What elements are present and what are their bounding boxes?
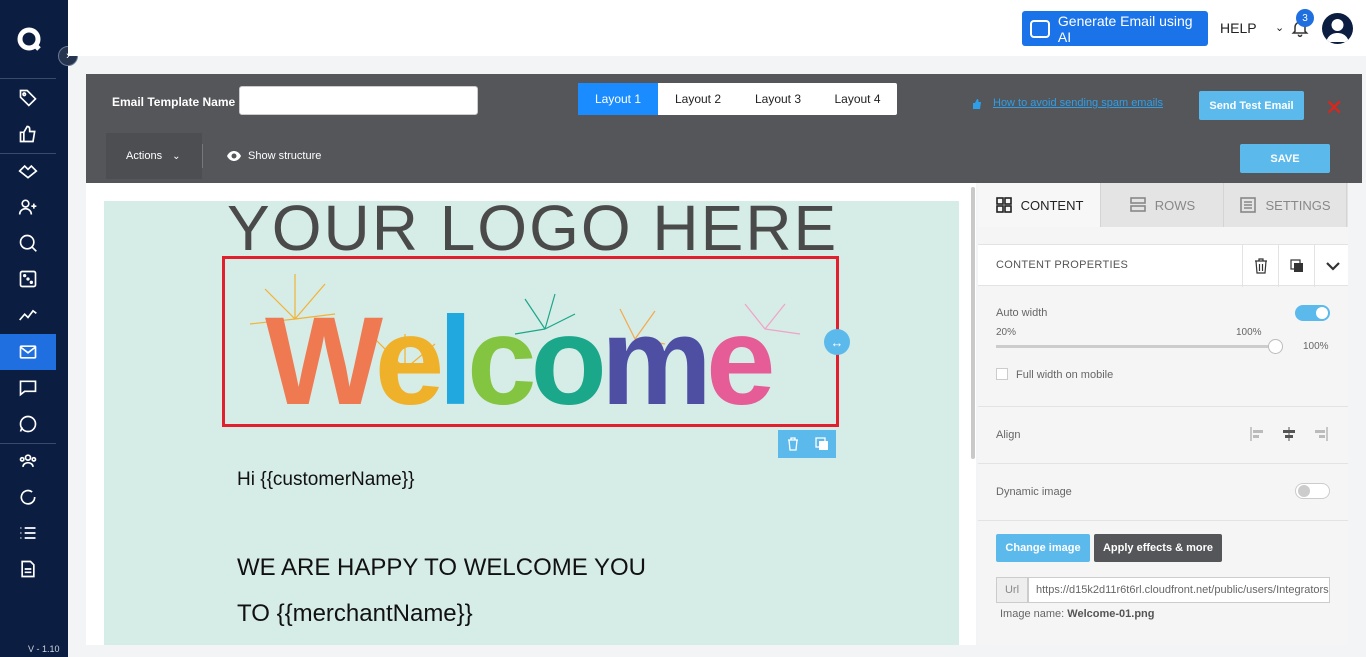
- tab-layout-2[interactable]: Layout 2: [658, 83, 738, 115]
- properties-panel: CONTENT ROWS SETTINGS CONTENT PROPERTIES…: [978, 183, 1348, 645]
- image-name: Image name: Welcome-01.png: [1000, 608, 1154, 620]
- save-button[interactable]: SAVE: [1240, 144, 1330, 173]
- template-name-label: Email Template Name: [112, 95, 236, 109]
- duplicate-block-icon[interactable]: [807, 430, 836, 458]
- add-user-icon[interactable]: [0, 189, 56, 225]
- width-slider-handle[interactable]: [1268, 339, 1283, 354]
- welcome-line-1[interactable]: WE ARE HAPPY TO WELCOME YOU: [237, 554, 646, 582]
- actions-dropdown[interactable]: Actions ⌄: [106, 133, 202, 179]
- duplicate-icon[interactable]: [1278, 245, 1314, 287]
- search-globe-icon[interactable]: [0, 225, 56, 261]
- greeting-text[interactable]: Hi {{customerName}}: [237, 469, 414, 491]
- full-width-mobile-label: Full width on mobile: [1016, 369, 1114, 381]
- change-image-button[interactable]: Change image: [996, 534, 1090, 562]
- dynamic-image-label: Dynamic image: [996, 486, 1072, 498]
- send-test-email-button[interactable]: Send Test Email: [1199, 91, 1304, 120]
- auto-width-label: Auto width: [996, 307, 1048, 319]
- align-center-icon[interactable]: [1281, 427, 1297, 441]
- slider-max-label: 100%: [1236, 327, 1262, 338]
- content-properties-header: CONTENT PROPERTIES: [978, 244, 1350, 287]
- logo-placeholder[interactable]: YOUR LOGO HERE: [227, 191, 838, 265]
- tab-rows[interactable]: ROWS: [1101, 183, 1224, 227]
- full-width-mobile-checkbox[interactable]: [996, 368, 1008, 380]
- resize-handle-icon[interactable]: ↔: [824, 329, 850, 355]
- chevron-down-icon: ⌄: [172, 150, 181, 162]
- image-name-label: Image name:: [1000, 608, 1065, 620]
- sidebar: › V - 1.10: [0, 0, 78, 657]
- app-logo-icon[interactable]: [14, 24, 44, 54]
- template-name-input[interactable]: [239, 86, 478, 115]
- trash-icon[interactable]: [1242, 245, 1278, 287]
- block-toolbar: [778, 430, 836, 458]
- tab-content-label: CONTENT: [1020, 197, 1084, 213]
- tag-icon[interactable]: [0, 80, 56, 116]
- welcome-line-2[interactable]: TO {{merchantName}}: [237, 600, 473, 628]
- sidebar-divider: [0, 78, 56, 79]
- document-icon[interactable]: [0, 551, 56, 587]
- notification-badge: 3: [1296, 9, 1314, 27]
- thumbs-up-icon: [973, 99, 981, 109]
- list-icon[interactable]: [0, 515, 56, 551]
- canvas-scrollbar-thumb[interactable]: [971, 187, 975, 459]
- whatsapp-icon[interactable]: [0, 406, 56, 442]
- mail-icon[interactable]: [0, 334, 56, 370]
- handshake-icon[interactable]: [0, 153, 56, 189]
- generate-email-ai-button[interactable]: Generate Email using AI: [1022, 11, 1208, 46]
- actions-label: Actions: [126, 150, 163, 162]
- layout-switcher: Layout 1 Layout 2 Layout 3 Layout 4: [578, 83, 897, 115]
- tab-layout-3[interactable]: Layout 3: [738, 83, 818, 115]
- email-canvas: YOUR LOGO HERE Welcome ↔ Hi {{customerNa…: [86, 183, 976, 645]
- delete-block-icon[interactable]: [778, 430, 807, 458]
- image-name-value: Welcome-01.png: [1067, 608, 1155, 620]
- tab-layout-1[interactable]: Layout 1: [578, 83, 658, 115]
- align-label: Align: [996, 429, 1021, 441]
- slider-value: 100%: [1303, 341, 1329, 352]
- generate-email-ai-label: Generate Email using AI: [1057, 12, 1193, 45]
- avatar[interactable]: [1322, 13, 1353, 44]
- analytics-icon[interactable]: [0, 297, 56, 333]
- refresh-icon[interactable]: [0, 479, 56, 515]
- image-url-input[interactable]: https://d15k2d11r6t6rl.cloudfront.net/pu…: [1028, 577, 1330, 603]
- top-bar: Generate Email using AI HELP ⌄ 3: [68, 0, 1366, 56]
- chevron-down-icon[interactable]: ⌄: [1275, 21, 1284, 34]
- chat-icon[interactable]: [0, 370, 56, 406]
- tab-settings[interactable]: SETTINGS: [1224, 183, 1347, 227]
- chevron-down-icon[interactable]: [1314, 245, 1350, 287]
- slider-min-label: 20%: [996, 327, 1017, 338]
- show-structure-toggle[interactable]: Show structure: [248, 150, 321, 162]
- apply-effects-button[interactable]: Apply effects & more: [1094, 534, 1222, 562]
- group-icon[interactable]: [0, 443, 56, 479]
- width-slider-track[interactable]: [996, 345, 1276, 348]
- help-menu[interactable]: HELP: [1220, 20, 1257, 36]
- header-divider: [202, 144, 203, 168]
- url-label: Url: [996, 577, 1028, 603]
- editor-header: Email Template Name Layout 1 Layout 2 La…: [86, 74, 1362, 183]
- content-properties-title: CONTENT PROPERTIES: [996, 259, 1129, 271]
- divider: [978, 520, 1348, 521]
- close-icon[interactable]: ✕: [1325, 95, 1343, 121]
- rows-icon: [1129, 197, 1146, 212]
- tab-content[interactable]: CONTENT: [978, 183, 1101, 227]
- dynamic-image-toggle[interactable]: [1295, 483, 1330, 499]
- app-version: V - 1.10: [28, 644, 60, 654]
- thumbs-up-icon[interactable]: [0, 116, 56, 152]
- dice-icon[interactable]: [0, 261, 56, 297]
- align-left-icon[interactable]: [1250, 427, 1266, 441]
- divider: [978, 463, 1348, 464]
- settings-doc-icon: [1240, 197, 1257, 213]
- ai-chat-icon: [1030, 19, 1050, 38]
- tab-layout-4[interactable]: Layout 4: [818, 83, 897, 115]
- email-body: YOUR LOGO HERE Welcome ↔ Hi {{customerNa…: [104, 192, 959, 645]
- tab-settings-label: SETTINGS: [1265, 197, 1331, 213]
- align-right-icon[interactable]: [1312, 427, 1328, 441]
- eye-icon: [227, 151, 241, 161]
- divider: [978, 406, 1348, 407]
- grid-icon: [995, 197, 1012, 213]
- panel-tabs: CONTENT ROWS SETTINGS: [978, 183, 1348, 227]
- tab-rows-label: ROWS: [1154, 197, 1196, 213]
- auto-width-toggle[interactable]: [1295, 305, 1330, 321]
- spam-tips-link[interactable]: How to avoid sending spam emails: [993, 97, 1163, 109]
- selected-block-outline: [222, 256, 839, 427]
